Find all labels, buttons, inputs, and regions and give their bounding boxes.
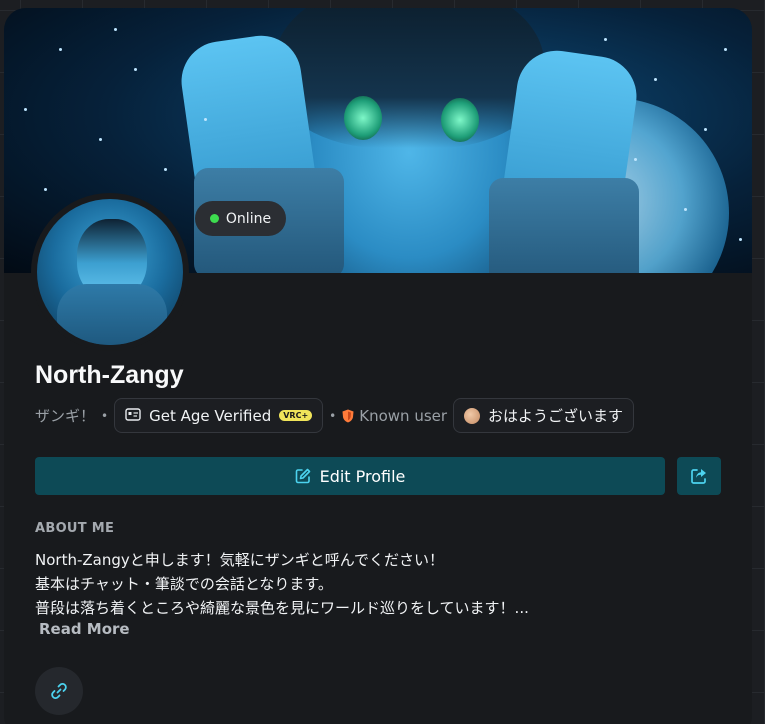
star (44, 188, 47, 191)
banner-eye-left (344, 96, 382, 140)
separator-dot: • (329, 408, 337, 423)
shield-icon (342, 409, 354, 422)
status-badge: Online (195, 201, 286, 236)
face-emoji-icon (464, 407, 481, 424)
banner-eye-right (441, 98, 479, 142)
star (204, 118, 207, 121)
id-card-icon (125, 407, 141, 425)
profile-meta-row: ザンギ！ • Get Age Verified VRC+ • Known use… (35, 398, 635, 433)
status-message-chip[interactable]: おはようございます (453, 398, 635, 433)
profile-tagline: ザンギ！ (35, 407, 96, 425)
profile-username: North-Zangy (35, 361, 184, 389)
avatar-image (37, 199, 183, 345)
avatar-body (57, 284, 167, 345)
avatar[interactable] (31, 193, 189, 351)
separator-dot: • (101, 408, 109, 423)
star (114, 28, 117, 31)
read-more-link[interactable]: Read More (39, 620, 130, 638)
about-line: 基本はチャット・筆談での会話となります。 (35, 575, 333, 593)
vrc-plus-badge: VRC+ (279, 410, 313, 421)
age-verify-button[interactable]: Get Age Verified VRC+ (114, 398, 324, 433)
edit-profile-label: Edit Profile (319, 466, 406, 486)
status-dot-icon (209, 214, 219, 223)
star (59, 48, 62, 51)
star (704, 128, 707, 131)
star (134, 68, 137, 71)
star (654, 78, 657, 81)
edit-profile-button[interactable]: Edit Profile (35, 457, 665, 495)
star (99, 138, 102, 141)
star (724, 48, 727, 51)
link-button[interactable] (35, 667, 83, 715)
age-verify-label: Get Age Verified (149, 406, 272, 425)
share-button[interactable] (677, 457, 721, 495)
star (739, 238, 742, 241)
about-line: 普段は落ち着くところや綺麗な景色を見にワールド巡りをしています！... (35, 599, 529, 617)
about-text: North-Zangyと申します！気軽にザンギと呼んでください！ 基本はチャット… (35, 548, 735, 620)
banner-hair (274, 8, 544, 148)
star (24, 108, 27, 111)
star (604, 38, 607, 41)
link-icon (51, 683, 67, 699)
star (164, 168, 167, 171)
about-heading: ABOUT ME (35, 521, 115, 536)
star (684, 208, 687, 211)
edit-icon (295, 468, 310, 484)
star (634, 158, 637, 161)
share-icon (691, 469, 706, 484)
trust-rank-label: Known user (359, 406, 448, 425)
status-message: おはようございます (488, 407, 624, 425)
banner-sleeve-right (489, 178, 639, 273)
about-line: North-Zangyと申します！気軽にザンギと呼んでください！ (35, 551, 444, 569)
trust-rank: Known user (342, 407, 447, 425)
status-label: Online (225, 210, 272, 227)
